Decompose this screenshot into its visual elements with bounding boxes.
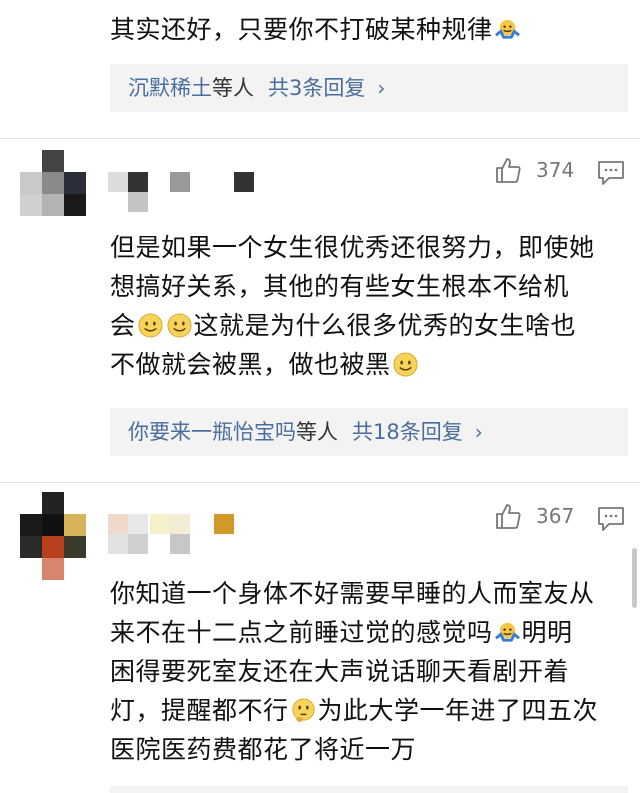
replies-summary-partial[interactable] bbox=[110, 786, 628, 793]
shrug-emoji-icon bbox=[494, 19, 520, 39]
chevron-right-icon: › bbox=[377, 76, 386, 100]
smile-emoji-icon bbox=[166, 313, 192, 338]
reply-count-link[interactable]: 共18条回复 bbox=[352, 420, 463, 444]
replies-summary[interactable]: 沉默稀土等人 共3条回复 › bbox=[110, 64, 628, 112]
divider bbox=[0, 138, 640, 139]
like-button[interactable]: 367 bbox=[494, 502, 574, 530]
comment-icon[interactable] bbox=[597, 160, 625, 186]
smile-emoji-icon bbox=[392, 352, 418, 377]
thumbs-up-icon bbox=[496, 158, 521, 183]
thinking-emoji-icon bbox=[291, 698, 315, 723]
username-blurred[interactable] bbox=[108, 172, 268, 216]
reply-user-link[interactable]: 你要来一瓶怡宝吗 bbox=[128, 420, 296, 444]
scrollbar[interactable] bbox=[632, 548, 637, 608]
like-button[interactable]: 374 bbox=[494, 156, 574, 184]
comment-text: 其实还好，只要你不打破某种规律 bbox=[110, 10, 622, 49]
smile-emoji-icon bbox=[137, 313, 163, 338]
username-blurred[interactable] bbox=[108, 514, 268, 558]
replies-summary[interactable]: 你要来一瓶怡宝吗等人 共18条回复 › bbox=[110, 408, 628, 456]
reply-user-link[interactable]: 沉默稀土 bbox=[128, 76, 212, 100]
like-count: 367 bbox=[536, 504, 575, 528]
divider bbox=[0, 482, 640, 483]
comment-text: 你知道一个身体不好需要早睡的人而室友从 来不在十二点之前睡过觉的感觉吗 明明 困得… bbox=[110, 579, 599, 764]
shrug-emoji-icon bbox=[494, 622, 520, 642]
comment-icon[interactable] bbox=[597, 506, 625, 532]
reply-count-link[interactable]: 共3条回复 bbox=[268, 76, 365, 100]
like-count: 374 bbox=[536, 158, 575, 182]
comment-text: 但是如果一个女生很优秀还很努力，即使她 想搞好关系，其他的有些女生根本不给机 会… bbox=[110, 233, 595, 379]
avatar[interactable] bbox=[20, 492, 86, 580]
thumbs-up-icon bbox=[496, 504, 521, 529]
chevron-right-icon: › bbox=[474, 420, 483, 444]
avatar[interactable] bbox=[20, 150, 86, 216]
